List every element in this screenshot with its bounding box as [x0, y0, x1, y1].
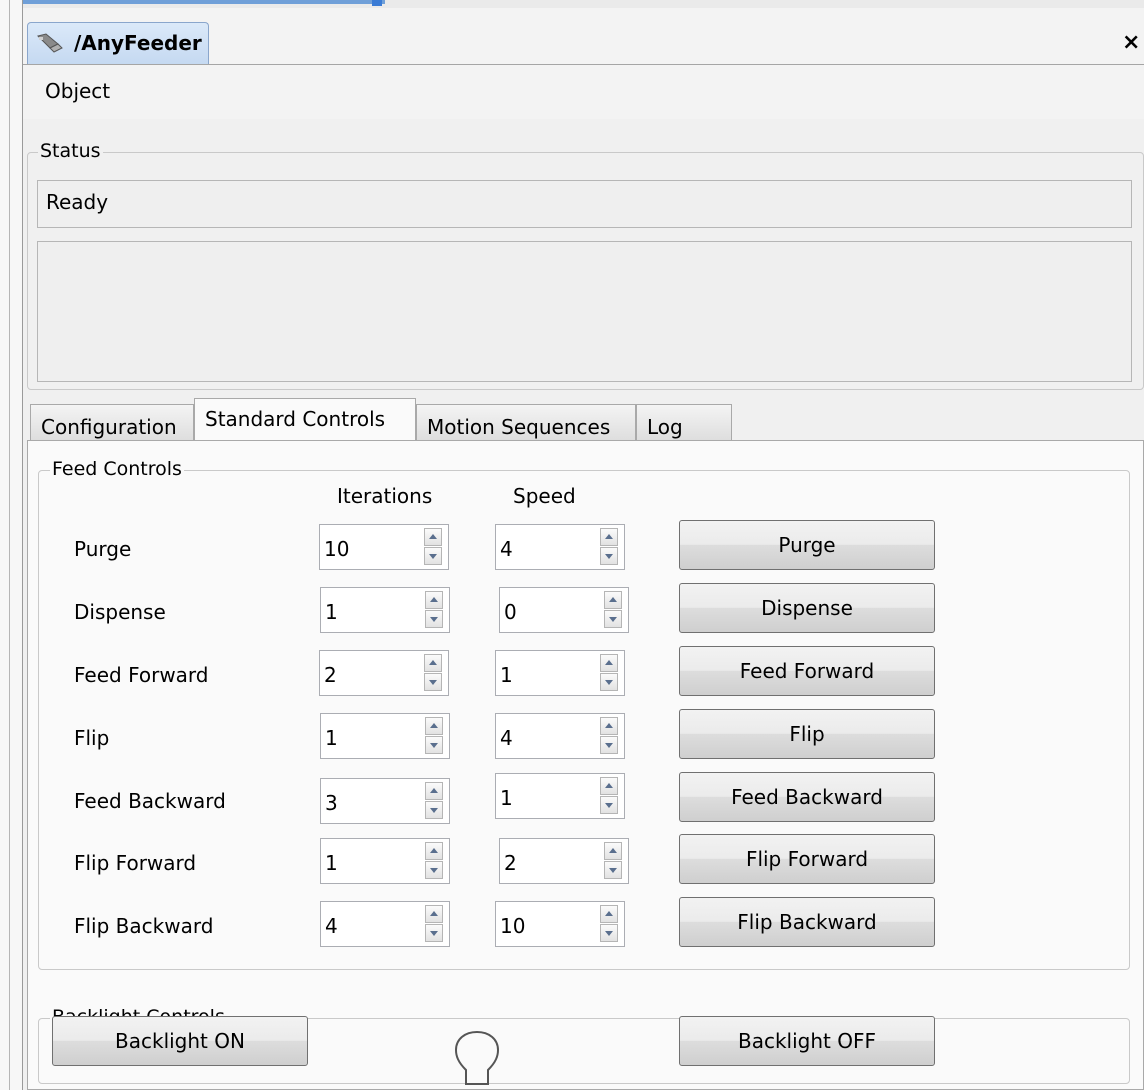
arrow-up-icon[interactable]: [600, 777, 618, 795]
row-label-flip-backward: Flip Backward: [74, 914, 214, 938]
arrow-down-icon[interactable]: [600, 736, 618, 754]
flip-forward-iterations-spinner[interactable]: 1: [320, 838, 450, 884]
spinner-value: 4: [325, 914, 338, 938]
tab-log[interactable]: Log: [636, 404, 732, 440]
feed-forward-button[interactable]: Feed Forward: [679, 646, 935, 696]
title-highlight: [0, 0, 385, 4]
flip-iterations-spinner[interactable]: 1: [320, 713, 450, 759]
spinner-value: 10: [500, 914, 526, 938]
flip-backward-iterations-spinner[interactable]: 4: [320, 901, 450, 947]
arrow-up-icon[interactable]: [604, 842, 622, 860]
row-label-feed-forward: Feed Forward: [74, 663, 209, 687]
feed-controls-legend: Feed Controls: [50, 458, 184, 480]
spinner-value: 2: [324, 663, 337, 687]
spinner-value: 1: [500, 663, 513, 687]
flip-backward-button[interactable]: Flip Backward: [679, 897, 935, 947]
arrow-down-icon[interactable]: [425, 610, 443, 628]
status-state-text: Ready: [46, 190, 109, 214]
arrow-up-icon[interactable]: [424, 528, 442, 546]
row-label-dispense: Dispense: [74, 600, 166, 624]
status-state-field: Ready: [37, 180, 1132, 228]
arrow-up-icon[interactable]: [600, 654, 618, 672]
top-edge-strip: [0, 0, 1144, 8]
spinner-value: 4: [500, 726, 513, 750]
backlight-on-button[interactable]: Backlight ON: [52, 1016, 308, 1066]
document-tab-anyfeeder[interactable]: /AnyFeeder: [27, 22, 209, 64]
arrow-down-icon[interactable]: [600, 924, 618, 942]
close-icon[interactable]: ×: [1122, 30, 1140, 55]
tab-motion-sequences[interactable]: Motion Sequences: [416, 404, 636, 440]
arrow-up-icon[interactable]: [600, 905, 618, 923]
flip-speed-spinner[interactable]: 4: [495, 713, 625, 759]
spinner-value: 1: [325, 600, 338, 624]
status-legend: Status: [38, 140, 103, 162]
feed-forward-iterations-spinner[interactable]: 2: [319, 650, 449, 696]
arrow-up-icon[interactable]: [425, 591, 443, 609]
dispense-speed-spinner[interactable]: 0: [499, 587, 629, 633]
row-label-feed-backward: Feed Backward: [74, 789, 226, 813]
arrow-down-icon[interactable]: [425, 736, 443, 754]
lightbulb-icon: [454, 1030, 500, 1085]
arrow-up-icon[interactable]: [425, 905, 443, 923]
status-details-field: [37, 241, 1132, 382]
spinner-value: 2: [504, 851, 517, 875]
arrow-down-icon[interactable]: [425, 861, 443, 879]
arrow-down-icon[interactable]: [604, 861, 622, 879]
arrow-up-icon[interactable]: [425, 717, 443, 735]
feed-backward-button[interactable]: Feed Backward: [679, 772, 935, 822]
arrow-up-icon[interactable]: [600, 717, 618, 735]
spinner-value: 10: [324, 537, 350, 561]
arrow-down-icon[interactable]: [600, 547, 618, 565]
flip-forward-button[interactable]: Flip Forward: [679, 834, 935, 884]
iterations-header: Iterations: [337, 484, 433, 508]
title-highlight-marker: [372, 0, 382, 6]
arrow-up-icon[interactable]: [425, 842, 443, 860]
feed-forward-speed-spinner[interactable]: 1: [495, 650, 625, 696]
arrow-up-icon[interactable]: [600, 528, 618, 546]
left-edge-rail: [0, 0, 23, 1090]
flip-button[interactable]: Flip: [679, 709, 935, 759]
arrow-down-icon[interactable]: [604, 610, 622, 628]
arrow-down-icon[interactable]: [600, 796, 618, 814]
arrow-up-icon[interactable]: [425, 782, 443, 800]
arrow-up-icon[interactable]: [604, 591, 622, 609]
spinner-value: 1: [325, 726, 338, 750]
backlight-off-button[interactable]: Backlight OFF: [679, 1016, 935, 1066]
flip-backward-speed-spinner[interactable]: 10: [495, 901, 625, 947]
document-tab-title: /AnyFeeder: [74, 31, 202, 55]
purge-speed-spinner[interactable]: 4: [495, 524, 625, 570]
dispense-button[interactable]: Dispense: [679, 583, 935, 633]
menu-bar: Object: [23, 65, 1144, 119]
feed-backward-speed-spinner[interactable]: 1: [495, 773, 625, 819]
spinner-value: 1: [325, 851, 338, 875]
dispense-iterations-spinner[interactable]: 1: [320, 587, 450, 633]
arrow-up-icon[interactable]: [424, 654, 442, 672]
flip-forward-speed-spinner[interactable]: 2: [499, 838, 629, 884]
arrow-down-icon[interactable]: [600, 673, 618, 691]
arrow-down-icon[interactable]: [424, 673, 442, 691]
tab-standard-controls[interactable]: Standard Controls: [194, 398, 416, 440]
feeder-icon: [37, 33, 63, 53]
speed-header: Speed: [513, 484, 576, 508]
row-label-purge: Purge: [74, 537, 132, 561]
menu-object[interactable]: Object: [45, 79, 110, 103]
spinner-value: 3: [325, 791, 338, 815]
purge-iterations-spinner[interactable]: 10: [319, 524, 449, 570]
row-label-flip-forward: Flip Forward: [74, 851, 197, 875]
spinner-value: 0: [504, 600, 517, 624]
arrow-down-icon[interactable]: [424, 547, 442, 565]
spinner-value: 1: [500, 786, 513, 810]
row-label-flip: Flip: [74, 726, 110, 750]
tab-configuration[interactable]: Configuration: [30, 404, 194, 440]
feed-backward-iterations-spinner[interactable]: 3: [320, 778, 450, 824]
arrow-down-icon[interactable]: [425, 801, 443, 819]
spinner-value: 4: [500, 537, 513, 561]
purge-button[interactable]: Purge: [679, 520, 935, 570]
arrow-down-icon[interactable]: [425, 924, 443, 942]
